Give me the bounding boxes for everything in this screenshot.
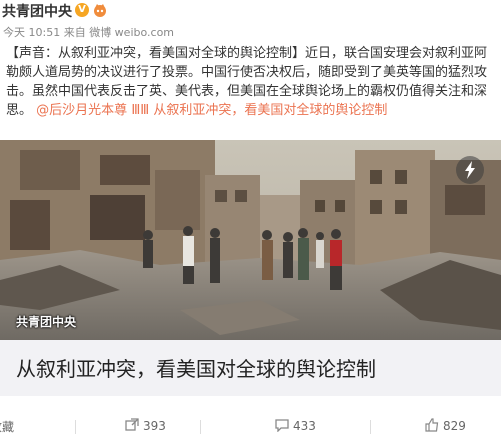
post-header: 共青团中央 V 今天 10:51 来自 微博 weibo.com xyxy=(0,0,501,40)
like-button[interactable]: 829 xyxy=(425,418,466,433)
favorite-label: 收藏 xyxy=(0,420,15,434)
user-mention-link[interactable]: @后沙月光本尊 xyxy=(36,103,127,118)
thumbs-up-icon xyxy=(425,418,439,432)
comment-count: 433 xyxy=(293,419,316,433)
post-meta: 今天 10:51 来自 微博 weibo.com xyxy=(3,26,175,39)
repost-icon xyxy=(125,418,139,431)
action-bar: 收藏 393 433 829 xyxy=(0,408,501,438)
comment-icon xyxy=(275,419,289,433)
post-content: 【声音：从叙利亚冲突，看美国对全球的舆论控制】近日，联合国安理会对叙利亚阿勒颇人… xyxy=(6,44,498,120)
lightning-icon[interactable] xyxy=(456,156,484,184)
comment-button[interactable]: 433 xyxy=(275,418,316,433)
divider xyxy=(200,420,201,434)
member-crown-icon xyxy=(92,2,108,18)
author-name[interactable]: 共青团中央 xyxy=(2,1,72,21)
like-count: 829 xyxy=(443,419,466,433)
article-title[interactable]: 从叙利亚冲突，看美国对全球的舆论控制 xyxy=(16,353,376,382)
repost-count: 393 xyxy=(143,419,166,433)
favorite-button[interactable]: 收藏 xyxy=(0,418,14,435)
topic-link[interactable]: ⅢⅢ 从叙利亚冲突，看美国对全球的舆论控制 xyxy=(131,103,387,118)
repost-button[interactable]: 393 xyxy=(125,418,166,433)
verified-badge-icon: V xyxy=(75,3,89,17)
article-photo[interactable] xyxy=(0,140,501,340)
photo-watermark: 共青团中央 xyxy=(16,315,77,329)
divider xyxy=(370,420,371,434)
divider xyxy=(75,420,76,434)
